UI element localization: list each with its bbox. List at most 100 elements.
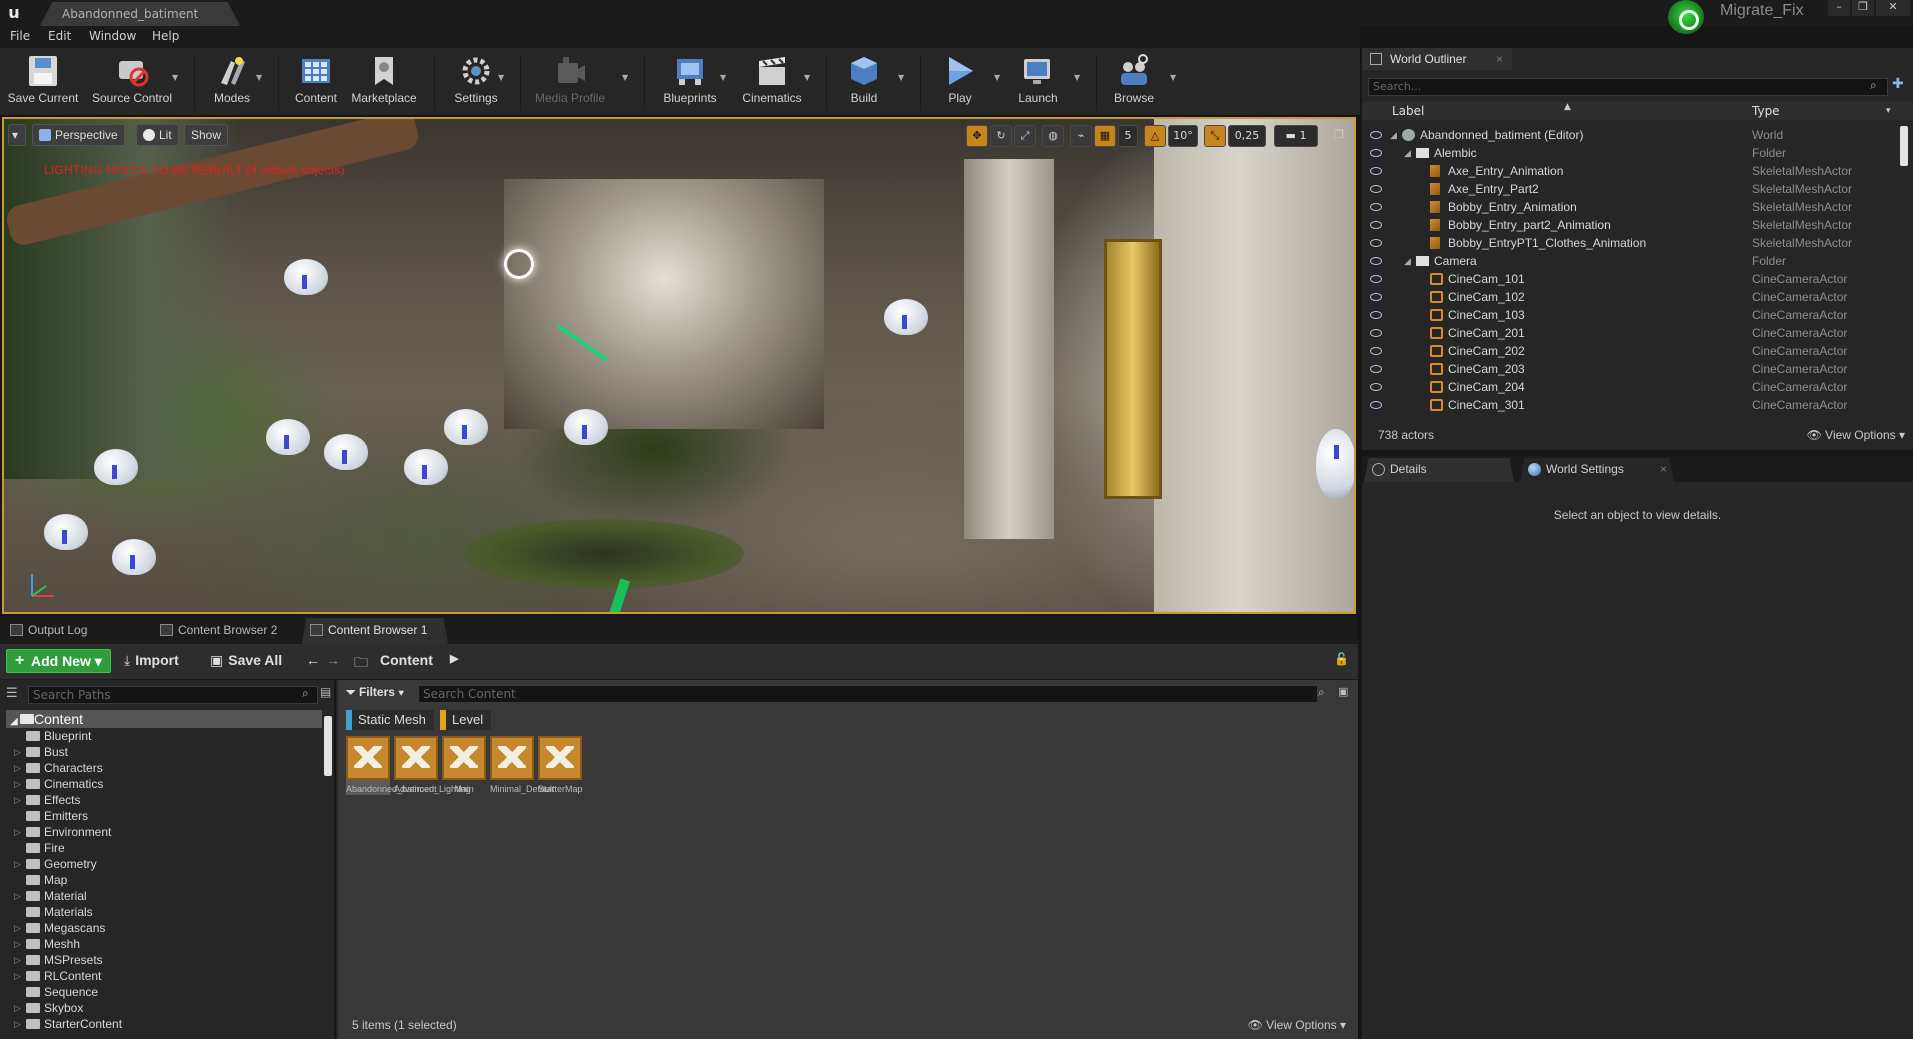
maximize-button[interactable]: ❐ — [1852, 0, 1874, 16]
grid-snap-icon[interactable]: ▦ — [1094, 125, 1116, 147]
menu-edit[interactable]: Edit — [48, 29, 71, 43]
breadcrumb[interactable]: Content — [380, 652, 433, 668]
asset-tile[interactable]: Abandonned_batiment — [346, 736, 437, 795]
blueprints-dropdown[interactable]: ▼ — [720, 73, 730, 83]
folder-item[interactable]: Blueprint — [14, 728, 314, 744]
outliner-view-options-button[interactable]: 👁 View Options ▾ — [1807, 428, 1905, 442]
visibility-eye-icon[interactable] — [1370, 311, 1382, 319]
blueprints-button[interactable]: Blueprints — [654, 48, 726, 116]
folder-item[interactable]: ▷ Skybox — [14, 1000, 314, 1016]
visibility-eye-icon[interactable] — [1370, 401, 1382, 409]
scale-snap-value[interactable]: 0,25 — [1228, 125, 1266, 147]
outliner-scrollbar[interactable] — [1900, 126, 1908, 166]
perspective-button[interactable]: Perspective — [32, 124, 125, 146]
camera-actor-icon[interactable] — [884, 299, 928, 335]
visibility-eye-icon[interactable] — [1370, 329, 1382, 337]
camera-actor-icon[interactable] — [564, 409, 608, 445]
asset-tile[interactable]: StarterMap — [538, 736, 583, 795]
filter-chip-static-mesh[interactable]: Static Mesh — [346, 710, 434, 730]
folder-item[interactable]: ▷ StarterContent — [14, 1016, 314, 1032]
forward-arrow-icon[interactable]: → — [326, 652, 340, 668]
camera-actor-icon[interactable] — [112, 539, 156, 575]
folder-item[interactable]: ▷ Geometry — [14, 856, 314, 872]
content-button[interactable]: Content — [288, 48, 344, 116]
expand-arrow-icon[interactable]: ▷ — [14, 1000, 21, 1016]
visibility-eye-icon[interactable] — [1370, 149, 1382, 157]
visibility-eye-icon[interactable] — [1370, 383, 1382, 391]
folder-item[interactable]: ▷ Bust — [14, 744, 314, 760]
rotate-tool-icon[interactable]: ↻ — [990, 125, 1012, 147]
outliner-row[interactable]: Bobby_Entry_Animation SkeletalMeshActor — [1362, 198, 1913, 216]
launch-button[interactable]: Launch — [1008, 48, 1068, 116]
tree-root-content[interactable]: ◢ Content — [6, 710, 322, 728]
rotation-snap-icon[interactable]: △ — [1144, 125, 1166, 147]
folder-item[interactable]: ▷ MSPresets — [14, 952, 314, 968]
folder-item[interactable]: ▷ Effects — [14, 792, 314, 808]
expand-arrow-icon[interactable]: ▷ — [14, 936, 21, 952]
breadcrumb-chevron-icon[interactable]: ▶ — [450, 652, 458, 665]
browse-dropdown[interactable]: ▼ — [1170, 73, 1180, 83]
tab-world-settings[interactable]: World Settings × — [1520, 458, 1674, 482]
visibility-eye-icon[interactable] — [1370, 293, 1382, 301]
outliner-row[interactable]: CineCam_301 CineCameraActor — [1362, 396, 1913, 414]
close-button[interactable]: ✕ — [1876, 0, 1910, 16]
visibility-eye-icon[interactable] — [1370, 167, 1382, 175]
save-search-icon[interactable]: ▣ — [1338, 685, 1348, 698]
maximize-viewport-icon[interactable]: ❐ — [1328, 125, 1350, 147]
viewport-options-button[interactable]: ▾ — [8, 124, 26, 146]
level-viewport[interactable]: ▾ Perspective Lit Show LIGHTING NEEDS TO… — [2, 117, 1356, 614]
camera-actor-icon[interactable] — [94, 449, 138, 485]
column-options-icon[interactable]: ▾ — [1886, 102, 1891, 120]
scale-snap-icon[interactable]: ⤡ — [1204, 125, 1226, 147]
media-profile-button[interactable]: Media Profile — [530, 48, 610, 116]
column-type[interactable]: Type — [1752, 102, 1780, 120]
marketplace-button[interactable]: Marketplace — [348, 48, 420, 116]
visibility-eye-icon[interactable] — [1370, 203, 1382, 211]
tab-output-log[interactable]: Output Log — [2, 618, 140, 644]
tab-details[interactable]: Details — [1364, 458, 1514, 482]
camera-actor-icon[interactable] — [1316, 429, 1354, 499]
build-button[interactable]: Build — [836, 48, 892, 116]
camera-actor-icon[interactable] — [266, 419, 310, 455]
expand-arrow-icon[interactable]: ▷ — [14, 920, 21, 936]
menu-help[interactable]: Help — [152, 29, 179, 43]
directional-light-icon[interactable] — [504, 249, 534, 279]
view-mode-button[interactable]: Lit — [136, 124, 179, 146]
surface-snap-icon[interactable]: ⌁ — [1070, 125, 1092, 147]
outliner-row[interactable]: Axe_Entry_Animation SkeletalMeshActor — [1362, 162, 1913, 180]
expand-arrow-icon[interactable]: ▷ — [14, 968, 21, 984]
sources-toggle-icon[interactable]: ☰ — [6, 686, 18, 701]
search-paths-input[interactable]: Search Paths — [28, 686, 318, 704]
folder-item[interactable]: ▷ Megascans — [14, 920, 314, 936]
outliner-row[interactable]: Axe_Entry_Part2 SkeletalMeshActor — [1362, 180, 1913, 198]
scale-tool-icon[interactable]: ⤢ — [1014, 125, 1036, 147]
asset-tile[interactable]: Main — [442, 736, 486, 795]
folder-item[interactable]: ▷ Environment — [14, 824, 314, 840]
folder-item[interactable]: ▷ Material — [14, 888, 314, 904]
outliner-search-input[interactable]: Search... — [1368, 78, 1888, 96]
column-label[interactable]: Label — [1392, 102, 1424, 120]
folder-item[interactable]: Fire — [14, 840, 314, 856]
play-dropdown[interactable]: ▼ — [994, 73, 1004, 83]
cinematics-dropdown[interactable]: ▼ — [804, 73, 814, 83]
save-current-button[interactable]: Save Current — [4, 48, 82, 116]
outliner-row[interactable]: Bobby_EntryPT1_Clothes_Animation Skeletal… — [1362, 234, 1913, 252]
settings-dropdown[interactable]: ▼ — [498, 73, 508, 83]
outliner-row[interactable]: CineCam_102 CineCameraActor — [1362, 288, 1913, 306]
camera-speed-button[interactable]: ▬ 1 — [1274, 125, 1318, 147]
folder-item[interactable]: Emitters — [14, 808, 314, 824]
unreal-logo-icon[interactable]: u — [4, 3, 24, 23]
build-dropdown[interactable]: ▼ — [898, 73, 908, 83]
cinematics-button[interactable]: Cinematics — [734, 48, 810, 116]
close-tab-icon[interactable]: × — [1496, 48, 1503, 70]
expand-arrow-icon[interactable]: ▷ — [14, 952, 21, 968]
filters-button[interactable]: ⏷ Filters ▾ — [346, 685, 404, 700]
outliner-row[interactable]: CineCam_201 CineCameraActor — [1362, 324, 1913, 342]
menu-file[interactable]: File — [10, 29, 30, 43]
translate-tool-icon[interactable]: ✥ — [966, 125, 988, 147]
browse-button[interactable]: Browse — [1106, 48, 1162, 116]
visibility-eye-icon[interactable] — [1370, 131, 1382, 139]
expand-arrow-icon[interactable]: ▷ — [14, 744, 21, 760]
folder-item[interactable]: Map — [14, 872, 314, 888]
play-button[interactable]: Play — [930, 48, 990, 116]
